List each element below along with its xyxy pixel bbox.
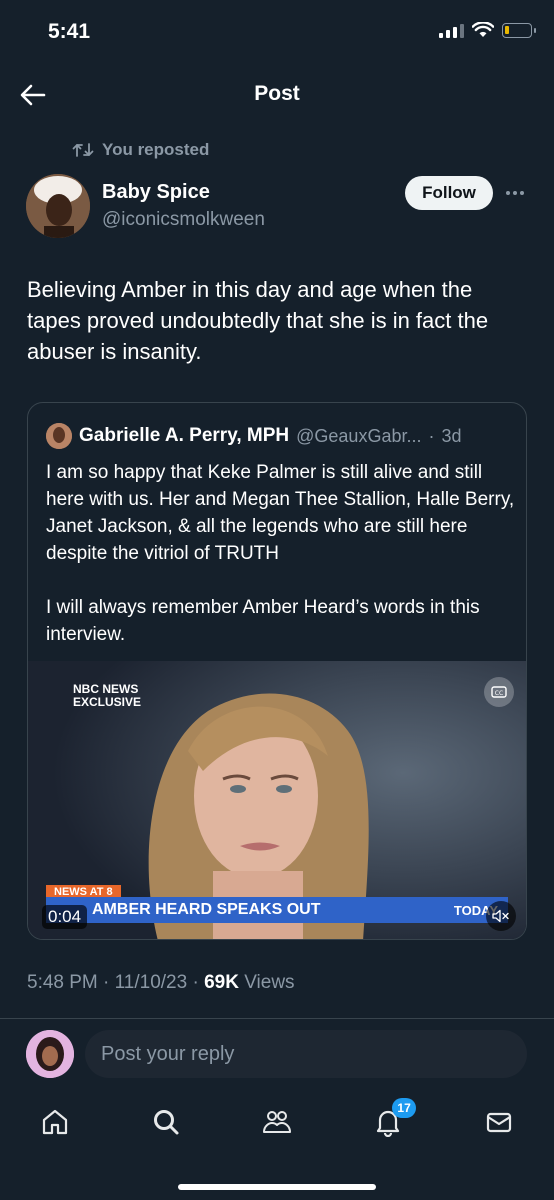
lower-third-banner: AMBER HEARD SPEAKS OUT TODAY — [46, 897, 508, 923]
views-label: Views — [238, 972, 295, 993]
quoted-tweet[interactable]: Gabrielle A. Perry, MPH @GeauxGabr... · … — [27, 402, 527, 940]
wifi-icon — [472, 22, 494, 37]
author-avatar[interactable] — [26, 174, 90, 238]
post-meta: 5:48 PM · 11/10/23 · 69K Views — [27, 972, 295, 994]
page-title: Post — [254, 82, 300, 105]
video-headline: AMBER HEARD SPEAKS OUT — [92, 901, 321, 918]
more-options-icon[interactable] — [500, 178, 530, 208]
post-timestamp: 5:48 PM · 11/10/23 · — [27, 972, 205, 993]
notifications-badge: 17 — [392, 1098, 416, 1118]
status-bar: 5:41 — [0, 0, 554, 66]
quoted-time: 3d — [441, 425, 462, 446]
mute-icon[interactable] — [486, 901, 516, 931]
author-handle[interactable]: @iconicsmolkween — [102, 209, 265, 231]
repost-icon — [72, 143, 94, 157]
author-name[interactable]: Baby Spice — [102, 181, 210, 204]
status-time: 5:41 — [48, 20, 91, 43]
status-icons — [439, 22, 536, 38]
video-duration: 0:04 — [42, 905, 88, 929]
follow-button[interactable]: Follow — [405, 176, 493, 210]
repost-indicator: You reposted — [72, 140, 209, 160]
tab-messages[interactable] — [443, 1092, 554, 1152]
quoted-separator: · — [428, 425, 435, 446]
tab-search[interactable] — [111, 1092, 222, 1152]
svg-text:CC: CC — [495, 690, 503, 697]
tab-communities[interactable] — [222, 1092, 333, 1152]
reply-input[interactable] — [85, 1030, 527, 1078]
battery-icon — [502, 22, 536, 38]
tweet-text: Believing Amber in this day and age when… — [27, 277, 489, 364]
quoted-author-avatar — [46, 423, 72, 449]
quoted-tweet-header: Gabrielle A. Perry, MPH @GeauxGabr... · … — [46, 423, 516, 449]
home-icon — [43, 1109, 68, 1135]
nbc-news-badge: NBC NEWS EXCLUSIVE — [73, 683, 141, 709]
header: Post — [0, 66, 554, 124]
quoted-author-name: Gabrielle A. Perry, MPH — [79, 425, 290, 446]
captions-icon[interactable]: CC — [484, 677, 514, 707]
communities-icon — [262, 1111, 291, 1133]
repost-label: You reposted — [102, 140, 210, 159]
search-icon — [154, 1110, 179, 1135]
tab-home[interactable] — [0, 1092, 111, 1152]
nbc-badge-line2: EXCLUSIVE — [73, 695, 142, 709]
quoted-tweet-text: I am so happy that Keke Palmer is still … — [46, 462, 515, 645]
mail-icon — [486, 1112, 511, 1133]
divider — [0, 1018, 554, 1019]
bottom-tab-bar: 17 — [0, 1092, 554, 1152]
views-count: 69K — [204, 972, 239, 993]
user-avatar — [26, 1030, 74, 1078]
signal-icon — [439, 22, 464, 38]
quoted-author-handle: @GeauxGabr... — [296, 425, 422, 446]
video-player[interactable]: NBC NEWS EXCLUSIVE CC NEWS AT 8 AMBER HE… — [28, 661, 526, 939]
tab-notifications[interactable]: 17 — [332, 1092, 443, 1152]
home-indicator — [178, 1184, 376, 1190]
